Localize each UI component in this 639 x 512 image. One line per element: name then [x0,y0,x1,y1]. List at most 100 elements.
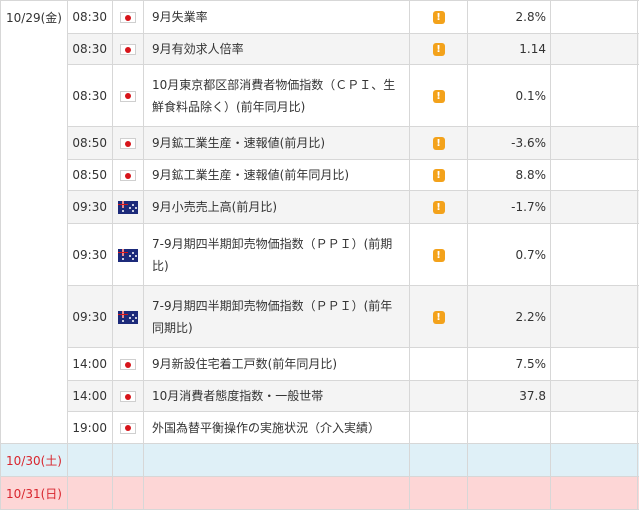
event-name[interactable]: 7-9月期四半期卸売物価指数（ＰＰＩ）(前期比) [143,223,410,286]
event-name[interactable]: 9月新設住宅着工戸数(前年同月比) [143,347,410,381]
previous-value: -3.6% [467,126,551,160]
importance-cell: ! [409,190,468,224]
empty-cell [143,443,410,477]
forecast-value [550,0,638,34]
country-cell [112,190,144,224]
importance-cell: ! [409,285,468,348]
time-cell: 08:50 [67,159,113,191]
importance-cell [409,411,468,444]
country-cell [112,64,144,127]
empty-cell [143,476,410,510]
importance-cell: ! [409,64,468,127]
event-name[interactable]: 10月東京都区部消費者物価指数（ＣＰＩ、生鮮食料品除く）(前年同月比) [143,64,410,127]
empty-cell [112,476,144,510]
importance-cell: ! [409,0,468,34]
empty-cell [409,443,468,477]
event-name[interactable]: 9月失業率 [143,0,410,34]
empty-cell [550,443,638,477]
exclamation-icon: ! [432,11,445,24]
forecast-value [550,223,638,286]
table-row: 08:50 9月鉱工業生産・速報値(前月比)! -3.6% [1,126,639,160]
japan-flag-icon [120,359,136,370]
forecast-value [550,411,638,444]
event-name[interactable]: 9月鉱工業生産・速報値(前年同月比) [143,159,410,191]
forecast-value [550,285,638,348]
table-row: 10/29(金) 08:30 9月失業率! 2.8% [0,0,639,444]
event-name[interactable]: 9月小売売上高(前月比) [143,190,410,224]
country-cell [112,159,144,191]
australia-flag-icon [118,248,138,262]
japan-flag-icon [120,391,136,402]
forecast-value [550,380,638,412]
time-cell: 08:30 [67,64,113,127]
empty-cell [67,476,113,510]
japan-flag-icon [120,170,136,181]
table-row: 08:50 9月鉱工業生産・速報値(前年同月比)! 8.8% [1,159,639,191]
japan-flag-icon [120,138,136,149]
date-cell: 10/31(日) [0,476,68,510]
country-cell [112,380,144,412]
country-cell [112,285,144,348]
event-name[interactable]: 9月有効求人倍率 [143,33,410,65]
importance-cell: ! [409,159,468,191]
event-name[interactable]: 9月鉱工業生産・速報値(前月比) [143,126,410,160]
exclamation-icon: ! [432,89,445,103]
time-cell: 19:00 [67,411,113,444]
table-row: 09:30 7-9月期四半期卸売物価指数（ＰＰＩ）(前年同期比)! 2.2% [1,285,639,348]
event-name[interactable]: 外国為替平衡操作の実施状況（介入実績） [143,411,410,444]
importance-cell [409,380,468,412]
exclamation-icon: ! [432,248,445,262]
date-cell: 10/29(金) [0,0,68,444]
economic-calendar-table: 10/29(金) 08:30 9月失業率! 2.8% 08:30 9月有効求人倍率! 1.1… [0,0,639,510]
japan-flag-icon [120,422,136,434]
previous-value: 0.7% [467,223,551,286]
event-name[interactable]: 10月消費者態度指数・一般世帯 [143,380,410,412]
time-cell: 08:50 [67,126,113,160]
empty-cell [409,476,468,510]
table-row: 08:30 9月有効求人倍率! 1.14 [1,33,639,65]
table-row: 19:00 外国為替平衡操作の実施状況（介入実績） [1,411,639,444]
previous-value: 1.14 [467,33,551,65]
previous-value: -1.7% [467,190,551,224]
previous-value: 37.8 [467,380,551,412]
table-row: 14:00 10月消費者態度指数・一般世帯 37.8 [1,380,639,412]
previous-value: 2.2% [467,285,551,348]
table-row: 10/31(日) [0,476,639,510]
empty-cell [550,476,638,510]
empty-cell [467,443,551,477]
australia-flag-icon [118,201,138,214]
exclamation-icon: ! [432,137,445,150]
exclamation-icon: ! [432,43,445,56]
empty-cell [467,476,551,510]
time-cell: 09:30 [67,223,113,286]
country-cell [112,33,144,65]
table-row: 08:30 10月東京都区部消費者物価指数（ＣＰＩ、生鮮食料品除く）(前年同月比)… [1,64,639,127]
importance-cell: ! [409,33,468,65]
previous-value: 0.1% [467,64,551,127]
time-cell: 09:30 [67,190,113,224]
event-name[interactable]: 7-9月期四半期卸売物価指数（ＰＰＩ）(前年同期比) [143,285,410,348]
empty-cell [112,443,144,477]
country-cell [112,347,144,381]
country-cell [112,0,144,34]
forecast-value [550,190,638,224]
table-row: 09:30 9月小売売上高(前月比)! -1.7% [1,190,639,224]
forecast-value [550,126,638,160]
importance-cell [409,347,468,381]
time-cell: 14:00 [67,347,113,381]
forecast-value [550,347,638,381]
forecast-value [550,159,638,191]
exclamation-icon: ! [432,201,445,214]
previous-value: 8.8% [467,159,551,191]
previous-value: 7.5% [467,347,551,381]
japan-flag-icon [120,44,136,55]
importance-cell: ! [409,223,468,286]
country-cell [112,126,144,160]
country-cell [112,223,144,286]
previous-value: 2.8% [467,0,551,34]
time-cell: 09:30 [67,285,113,348]
time-cell: 08:30 [67,33,113,65]
japan-flag-icon [120,12,136,23]
previous-value [467,411,551,444]
forecast-value [550,33,638,65]
